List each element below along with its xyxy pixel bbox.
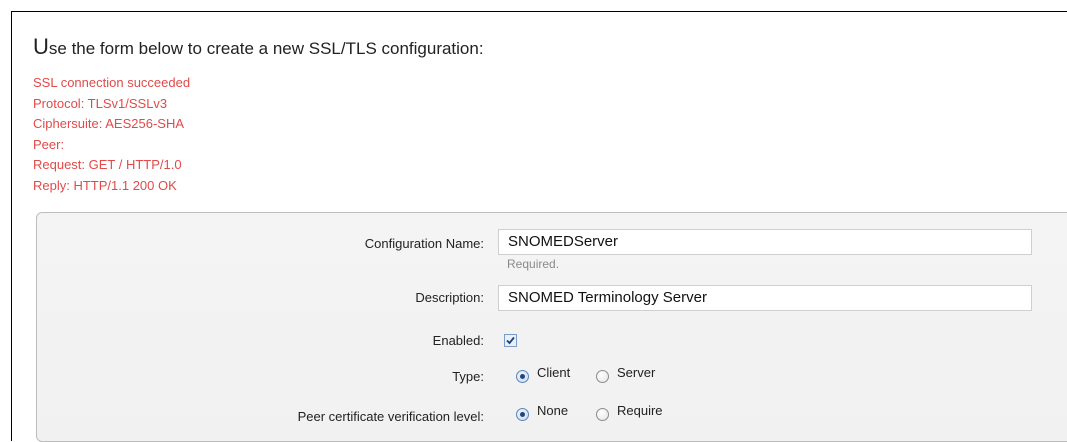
status-line-protocol: Protocol: TLSv1/SSLv3: [33, 95, 168, 111]
type-server-radio[interactable]: [596, 370, 609, 383]
connection-status: SSL connection succeeded Protocol: TLSv1…: [33, 73, 190, 197]
enabled-label: Enabled:: [432, 333, 484, 348]
status-line-reply: Reply: HTTP/1.1 200 OK: [33, 177, 177, 193]
peer-verification-require-label[interactable]: Require: [617, 403, 663, 418]
status-line-peer: Peer:: [33, 136, 65, 152]
type-label: Type:: [452, 369, 484, 384]
intro-first-letter: U: [33, 34, 49, 59]
status-line-request: Request: GET / HTTP/1.0: [33, 157, 182, 173]
status-line-ciphersuite: Ciphersuite: AES256-SHA: [33, 116, 185, 132]
peer-verification-none-label[interactable]: None: [537, 403, 568, 418]
description-input[interactable]: SNOMED Terminology Server: [498, 285, 1032, 311]
type-client-label[interactable]: Client: [537, 365, 570, 380]
peer-verification-require-radio[interactable]: [596, 408, 609, 421]
type-server-label[interactable]: Server: [617, 365, 655, 380]
page-intro: Use the form below to create a new SSL/T…: [33, 34, 484, 60]
checkmark-icon: [506, 336, 515, 345]
peer-verification-label: Peer certificate verification level:: [297, 409, 484, 424]
peer-verification-none-radio[interactable]: [516, 408, 529, 421]
intro-text: se the form below to create a new SSL/TL…: [48, 39, 484, 58]
description-label: Description:: [415, 290, 484, 305]
type-client-radio[interactable]: [516, 370, 529, 383]
enabled-checkbox[interactable]: [504, 334, 517, 347]
config-name-input[interactable]: SNOMEDServer: [498, 229, 1032, 255]
status-line-result: SSL connection succeeded: [33, 75, 191, 90]
config-name-required-hint: Required.: [507, 257, 560, 271]
config-name-label: Configuration Name:: [364, 236, 484, 251]
